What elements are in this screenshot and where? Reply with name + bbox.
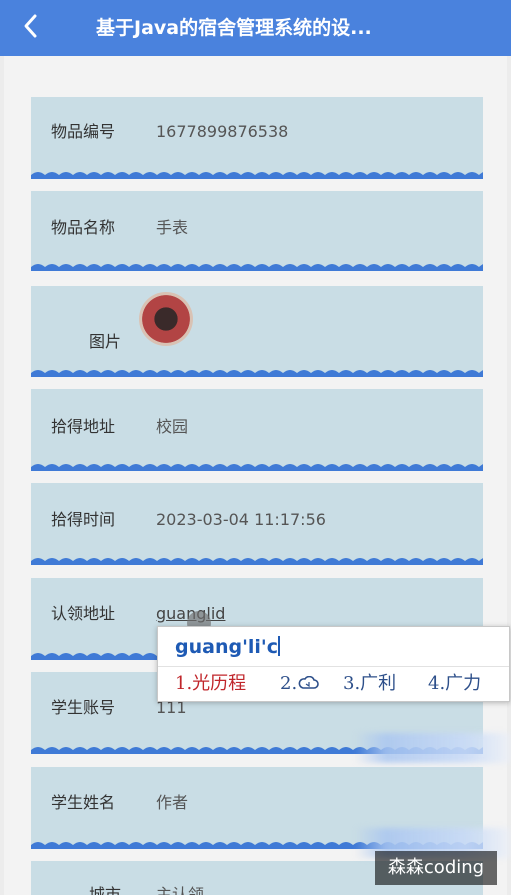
page-title: 基于Java的宿舍管理系统的设... [96, 17, 372, 39]
wave-border [31, 264, 483, 271]
field-found-location: 拾得地址 校园 [31, 389, 483, 471]
field-picture: 图片 [31, 286, 483, 377]
ime-candidate-3[interactable]: 3.广利 [343, 672, 396, 696]
ime-divider [158, 666, 509, 667]
ime-composition-text: guang'li'c [175, 636, 278, 658]
app-header: 基于Java的宿舍管理系统的设... [0, 0, 511, 56]
wave-border [31, 172, 483, 179]
field-item-name: 物品名称 手表 [31, 191, 483, 271]
field-value: 手表 [156, 218, 189, 237]
field-label: 物品编号 [51, 122, 116, 141]
item-photo[interactable] [139, 292, 193, 346]
field-value: 2023-03-04 11:17:56 [156, 510, 326, 529]
field-label: 学生姓名 [51, 793, 116, 812]
field-item-number: 物品编号 1677899876538 [31, 97, 483, 179]
ime-composition: guang'li'c [175, 635, 280, 659]
field-label: 拾得地址 [51, 417, 116, 436]
field-label: 图片 [89, 332, 122, 351]
text-caret [278, 636, 280, 656]
field-label: 学生账号 [51, 698, 116, 717]
chevron-left-icon [24, 14, 37, 38]
ime-candidate-popup: guang'li'c 1.光历程 2. 3.广利 4.广力 [157, 626, 510, 702]
ime-candidate-4[interactable]: 4.广力 [428, 672, 481, 696]
field-found-time: 拾得时间 2023-03-04 11:17:56 [31, 483, 483, 565]
ime-candidate-label: 2. [280, 673, 298, 694]
wave-border [31, 464, 483, 471]
wave-border [31, 558, 483, 565]
cloud-icon [298, 675, 319, 689]
blurred-region [355, 733, 511, 763]
field-label: 城市 [89, 885, 122, 895]
ime-candidate-1[interactable]: 1.光历程 [175, 672, 246, 696]
back-button[interactable] [16, 10, 46, 42]
field-label: 认领地址 [51, 604, 116, 623]
field-label: 物品名称 [51, 218, 116, 237]
field-label: 拾得时间 [51, 510, 116, 529]
field-value: 主认领 [156, 885, 205, 895]
field-value: 1677899876538 [156, 122, 289, 141]
field-value: 作者 [156, 793, 189, 812]
mobile-screen: 基于Java的宿舍管理系统的设... 物品编号 1677899876538 物品… [0, 0, 511, 895]
ime-candidate-2[interactable]: 2. [280, 672, 319, 696]
watermark: 森森coding [375, 851, 497, 885]
wave-border [31, 370, 483, 377]
field-value: 校园 [156, 417, 189, 436]
